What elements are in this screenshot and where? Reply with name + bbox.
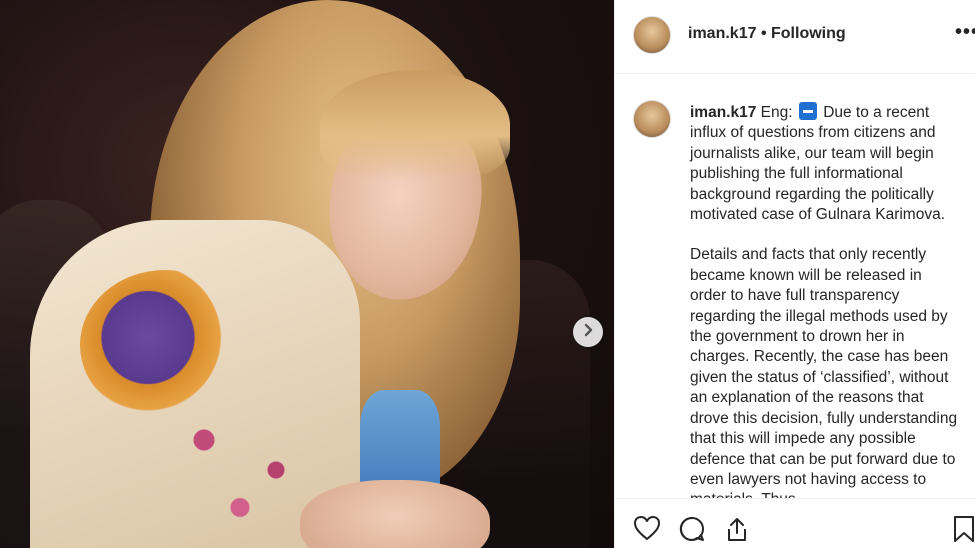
header-user-line: iman.k17 • Following — [688, 25, 846, 43]
caption-text: iman.k17 Eng: Due to a recent influx of … — [690, 102, 962, 498]
post-actions — [615, 498, 975, 548]
photo-hand — [300, 480, 490, 548]
comment-icon[interactable] — [678, 515, 706, 548]
avatar[interactable] — [633, 16, 671, 54]
caption-lang-prefix: Eng: — [760, 104, 793, 121]
chevron-right-icon — [581, 323, 595, 342]
caption-username-link[interactable]: iman.k17 — [690, 104, 756, 121]
separator-dot: • — [760, 25, 767, 42]
share-icon[interactable] — [723, 515, 751, 548]
post-header: iman.k17 • Following ••• — [615, 0, 975, 74]
caption-paragraph-1: Due to a recent influx of questions from… — [690, 104, 946, 224]
post-side-panel: iman.k17 • Following ••• iman.k17 Eng: D… — [614, 0, 975, 548]
avatar[interactable] — [633, 100, 671, 138]
bookmark-icon[interactable] — [952, 515, 975, 548]
more-options-button[interactable]: ••• — [955, 22, 975, 42]
heart-icon[interactable] — [633, 515, 661, 546]
following-button[interactable]: Following — [771, 25, 846, 42]
caption-paragraph-2: Details and facts that only recently bec… — [690, 246, 958, 498]
post-photo[interactable] — [0, 0, 614, 548]
photo-bangs — [320, 70, 510, 180]
caption-area[interactable]: iman.k17 Eng: Due to a recent influx of … — [615, 74, 975, 498]
next-photo-button[interactable] — [573, 317, 603, 347]
minus-flag-icon — [798, 102, 817, 120]
username-link[interactable]: iman.k17 — [688, 25, 756, 42]
